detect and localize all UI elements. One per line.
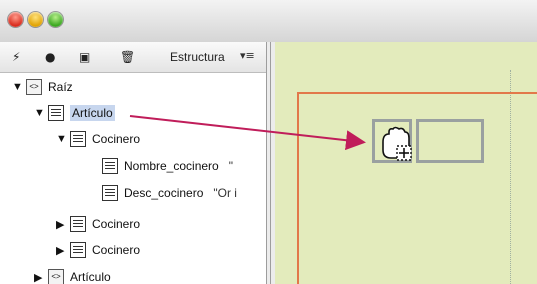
tree-item-label: Cocinero [92,217,141,231]
structure-panel: ⚡︎ ● ▣ 🗑︎ Estructura ▾≡ ▼ <> Raíz ▼ Artí… [0,42,267,284]
document-icon [70,131,86,147]
title-bar [0,0,537,43]
trash-icon[interactable]: 🗑︎ [120,50,135,64]
tree-item-nombre-cocinero[interactable]: Nombre_cocinero " [102,155,233,177]
tree-item-desc-cocinero[interactable]: Desc_cocinero "Or i [102,182,237,204]
structure-label: Estructura [170,50,225,64]
close-window-button[interactable] [8,12,23,27]
tree-item-label: Raíz [48,80,73,94]
tree-item-label: Artículo [70,105,115,121]
expand-triangle-icon[interactable]: ▼ [12,81,26,93]
collapse-triangle-icon[interactable]: ▶ [56,244,70,257]
collapse-triangle-icon[interactable]: ▶ [34,271,48,284]
tree-item-label: Cocinero [92,243,141,257]
tree-item-label: Nombre_cocinero [124,159,219,173]
bolt-icon[interactable]: ⚡︎ [12,50,20,64]
tree-item-articulo-2[interactable]: ▶ <> Artículo [34,266,111,284]
structure-tree: ▼ <> Raíz ▼ Artículo ▼ Cocinero Nombre_c… [0,72,267,284]
tree-item-value: " [228,159,233,173]
panel-menu-button[interactable]: ▾≡ [240,49,255,62]
collapse-triangle-icon[interactable]: ▶ [56,218,70,231]
document-icon [70,216,86,232]
document-icon [102,158,118,174]
tree-item-articulo-selected[interactable]: ▼ Artículo [34,102,115,124]
minimize-window-button[interactable] [28,12,43,27]
tag-icon: <> [48,269,64,284]
app-window: ⚡︎ ● ▣ 🗑︎ Estructura ▾≡ ▼ <> Raíz ▼ Artí… [0,0,537,284]
drag-hand-cursor-icon [382,126,412,161]
tag-icon: <> [26,79,42,95]
tree-item-cocinero[interactable]: ▼ Cocinero [56,128,140,150]
text-frame-icon [48,105,64,121]
tree-item-cocinero-3[interactable]: ▶ Cocinero [56,239,140,261]
bullet-icon[interactable]: ● [45,50,55,64]
tree-item-label: Cocinero [92,132,141,146]
expand-triangle-icon[interactable]: ▼ [34,107,48,119]
zoom-window-button[interactable] [48,12,63,27]
text-frame[interactable] [416,119,484,163]
document-icon [102,185,118,201]
expand-triangle-icon[interactable]: ▼ [56,133,70,145]
tree-item-root[interactable]: ▼ <> Raíz [12,76,73,98]
tree-item-label: Desc_cocinero [124,186,204,200]
document-icon [70,242,86,258]
tree-item-cocinero-2[interactable]: ▶ Cocinero [56,213,140,235]
tree-item-label: Artículo [70,270,111,284]
frame-icon[interactable]: ▣ [79,50,90,64]
structure-toolbar: ⚡︎ ● ▣ 🗑︎ Estructura ▾≡ [0,42,267,73]
tree-item-value: "Or i [213,186,237,200]
